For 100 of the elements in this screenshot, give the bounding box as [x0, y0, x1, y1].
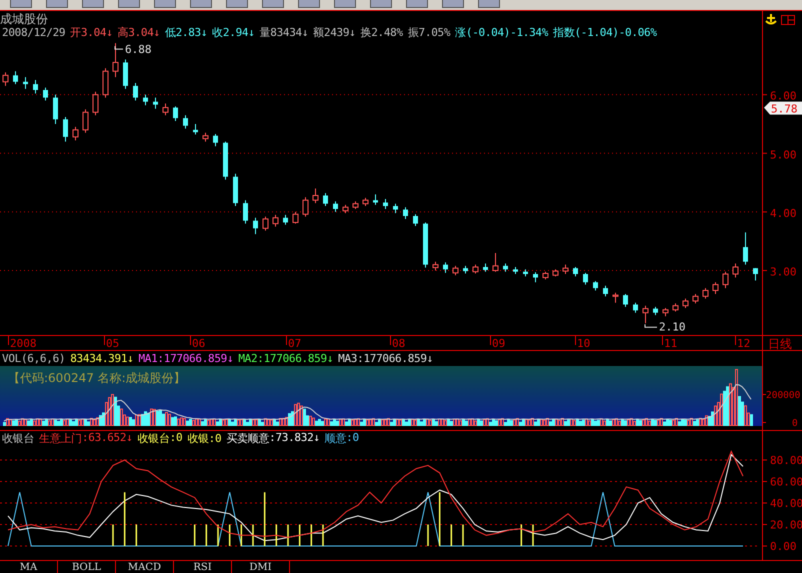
candle — [682, 298, 688, 309]
candle — [312, 188, 318, 204]
series-name: 生意上门 — [39, 431, 82, 446]
candle — [562, 264, 568, 275]
candle — [193, 124, 198, 136]
candle — [33, 80, 38, 94]
candle — [492, 252, 498, 272]
toolbar-icon[interactable] — [118, 0, 140, 8]
candle — [253, 217, 258, 235]
indicator-title: 收银台 — [2, 431, 34, 446]
candle — [102, 68, 108, 98]
candle — [53, 94, 58, 124]
volume-legend-item: MA2:177066.859↓ — [238, 352, 334, 365]
stock-name: 成城股份 — [0, 12, 48, 26]
toolbar-icon[interactable] — [262, 0, 284, 8]
series-name: 顺意 — [324, 431, 346, 446]
candle — [383, 198, 388, 210]
candle — [333, 200, 338, 212]
candle — [223, 141, 228, 180]
date-label: 09 — [492, 337, 506, 350]
candle — [732, 263, 738, 278]
candle — [202, 132, 208, 142]
candle — [272, 214, 278, 228]
candle — [323, 192, 328, 207]
leader-line — [114, 46, 124, 50]
price-annotation: 2.10 — [659, 320, 686, 334]
date-label: 08 — [392, 337, 406, 350]
date-label: 12 — [737, 337, 750, 350]
candle — [2, 72, 8, 86]
candle — [162, 102, 168, 116]
series-name: 收银台 — [138, 431, 170, 446]
candle — [722, 271, 728, 289]
candle — [552, 268, 558, 277]
toolbar-icon[interactable] — [298, 0, 320, 8]
toolbar-icon[interactable] — [190, 0, 212, 8]
candle — [373, 194, 378, 206]
candle — [692, 293, 698, 304]
candle — [393, 203, 398, 214]
anchor-icon[interactable] — [765, 14, 777, 25]
candle — [23, 76, 28, 90]
candle — [413, 214, 418, 226]
leader-line — [644, 324, 658, 328]
layout-icon[interactable] — [781, 14, 795, 24]
candle — [92, 91, 98, 116]
candle — [612, 292, 618, 304]
date-label: 2008 — [10, 337, 36, 350]
candle — [72, 126, 78, 141]
candle — [292, 211, 298, 224]
period-label[interactable]: 日线 — [768, 337, 792, 351]
candle — [583, 272, 588, 286]
volume-legend-item: 83434.391↓ — [70, 352, 134, 365]
candle — [362, 197, 368, 207]
toolbar-icon[interactable] — [442, 0, 464, 8]
quote-item: 高3.04↓ — [118, 25, 160, 40]
toolbar-icon[interactable] — [82, 0, 104, 8]
toolbar-icon[interactable] — [46, 0, 68, 8]
candle — [82, 108, 88, 134]
candle — [302, 196, 308, 218]
toolbar-icon[interactable] — [370, 0, 392, 8]
date-label: 06 — [192, 337, 206, 350]
candle — [342, 204, 348, 214]
candle — [183, 114, 188, 130]
candle — [423, 222, 428, 268]
date-label: 11 — [664, 337, 678, 350]
candle — [452, 265, 458, 276]
candle — [542, 271, 548, 280]
quote-item: 低2.83↓ — [164, 25, 208, 40]
candle — [533, 272, 538, 283]
candle — [352, 200, 358, 210]
candle — [743, 232, 748, 266]
indicator-axis-label: 0.00 — [770, 540, 796, 554]
candle — [662, 308, 668, 317]
series-name: 买卖顺意 — [226, 431, 270, 446]
candle — [753, 268, 758, 281]
candle — [513, 266, 518, 275]
quote-item: 额2439↓ — [313, 25, 356, 40]
candle — [283, 214, 288, 226]
candle — [243, 200, 248, 224]
price-axis-label: 6.00 — [770, 90, 796, 103]
toolbar-icon[interactable] — [154, 0, 176, 8]
quote-item: 开3.04↓ — [70, 25, 113, 40]
candle — [463, 265, 468, 274]
indicator-legend-item: 收银:0 — [187, 431, 222, 446]
candle — [133, 82, 138, 102]
toolbar-icon[interactable] — [406, 0, 428, 8]
series-reading: :73.832↓ — [269, 431, 320, 446]
candle — [173, 106, 178, 122]
toolbar-icon[interactable] — [478, 0, 500, 8]
date-label: 10 — [577, 337, 590, 350]
toolbar-icon[interactable] — [334, 0, 356, 8]
toolbar-icon[interactable] — [226, 0, 248, 8]
quote-item: 指数(-1.04)-0.06% — [553, 25, 657, 40]
candle — [702, 288, 708, 300]
candle — [603, 285, 608, 297]
toolbar-icon[interactable] — [10, 0, 32, 8]
candle — [233, 173, 238, 207]
stock-caption: 【代码:600247 名称:成城股份】 — [8, 371, 186, 385]
candle — [672, 302, 678, 312]
candle — [642, 305, 648, 324]
price-axis-label: 3.00 — [770, 266, 796, 279]
